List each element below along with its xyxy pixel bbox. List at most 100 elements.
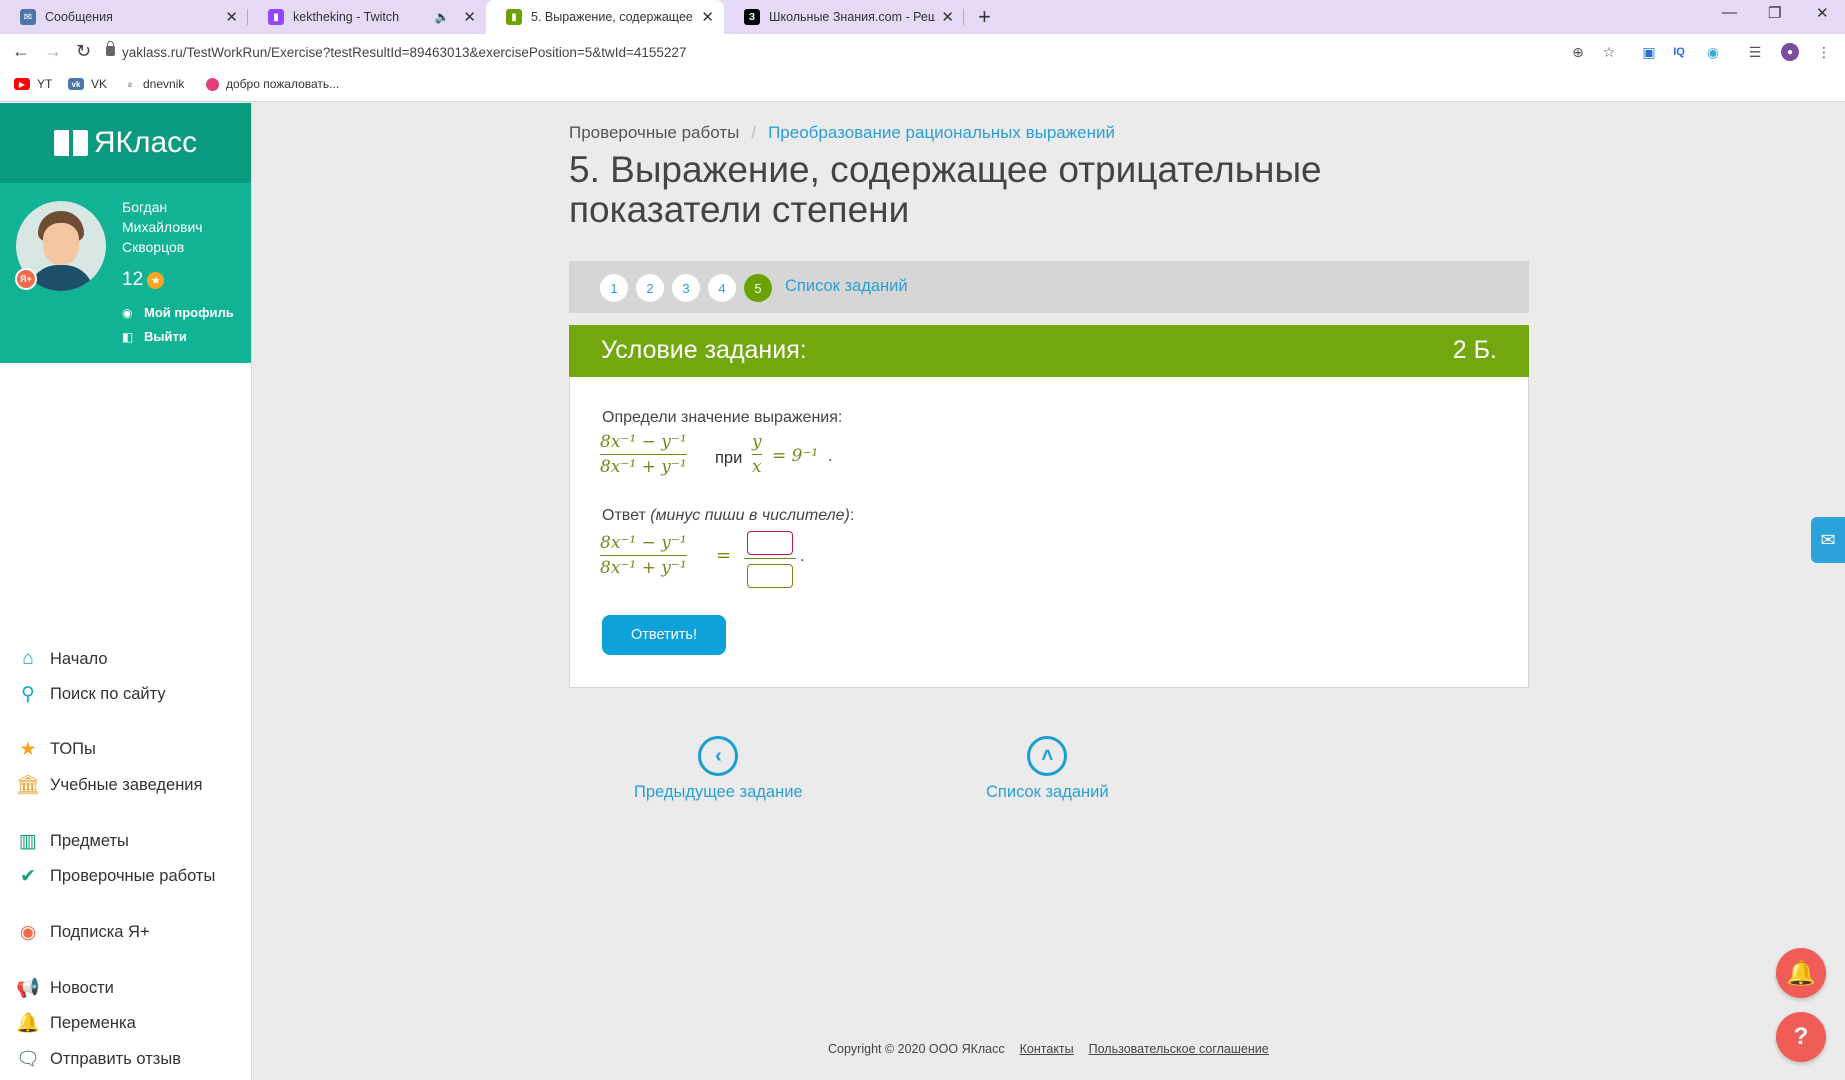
- star-badge-icon: ★: [147, 271, 165, 289]
- answer-numerator-input[interactable]: [747, 531, 793, 555]
- sidebar-item-tops[interactable]: ★ ТОПы: [16, 738, 95, 760]
- bookmark-vk[interactable]: vk VK: [68, 77, 107, 91]
- restore-icon[interactable]: ❐: [1768, 4, 1781, 22]
- sidebar-item-label: Учебные заведения: [50, 775, 203, 794]
- bookmark-site[interactable]: добро пожаловать...: [206, 77, 339, 91]
- feedback-icon: 🗨: [15, 1049, 41, 1070]
- tab-yaklass[interactable]: ▮ 5. Выражение, содержащее отр ✕: [486, 0, 724, 34]
- condition-denominator: x: [752, 457, 762, 477]
- expression-numerator: 8x⁻¹ − y⁻¹: [600, 432, 687, 452]
- menu-icon[interactable]: ⋮: [1815, 43, 1833, 61]
- bookmark-label: YT: [37, 77, 53, 91]
- close-icon[interactable]: ✕: [225, 8, 238, 26]
- answer-expression-denominator: 8x⁻¹ + y⁻¹: [600, 558, 687, 578]
- iq-extension-icon[interactable]: IQ: [1670, 43, 1688, 61]
- yaklass-icon: ▮: [506, 9, 522, 25]
- close-icon[interactable]: ✕: [463, 8, 476, 26]
- my-profile-link[interactable]: ◉ Мой профиль: [122, 305, 234, 320]
- tab-messages[interactable]: ✉ Сообщения ✕: [0, 0, 248, 34]
- browser-tab-bar: ✉ Сообщения ✕ ▮ kektheking - Twitch 🔈 ✕ …: [0, 0, 1845, 34]
- tab-znanija[interactable]: З Школьные Знания.com - Реша ✕: [724, 0, 964, 34]
- twitch-icon: ▮: [268, 9, 284, 25]
- bookmark-label: добро пожаловать...: [226, 77, 340, 91]
- sidebar-item-label: Отправить отзыв: [50, 1049, 181, 1068]
- sidebar: ЯКласс Я+ Богдан Михайлович Скворцов 12 …: [0, 103, 252, 1080]
- tab-twitch[interactable]: ▮ kektheking - Twitch 🔈 ✕: [248, 0, 486, 34]
- expression-fraction: 8x⁻¹ − y⁻¹ 8x⁻¹ + y⁻¹: [600, 431, 687, 478]
- bookmarks-bar: ▶ YT vk VK ƨ dnevnik добро пожаловать...: [0, 70, 1845, 102]
- previous-task-link[interactable]: ‹ Предыдущее задание: [634, 736, 803, 802]
- bottom-task-list-link[interactable]: ˄ Список заданий: [986, 736, 1109, 802]
- footer: Copyright © 2020 ООО ЯКласс Контакты Пол…: [828, 1042, 1269, 1056]
- translate-icon[interactable]: ▣: [1640, 43, 1658, 61]
- sidebar-item-subjects[interactable]: ▥ Предметы: [16, 830, 129, 852]
- check-circle-icon: ✔: [20, 865, 36, 887]
- breadcrumb-current[interactable]: Преобразование рациональных выражений: [768, 123, 1115, 143]
- logout-icon: ◧: [122, 329, 134, 344]
- user-last-name: Скворцов: [122, 239, 185, 255]
- page-button-2[interactable]: 2: [636, 274, 664, 302]
- page-button-5[interactable]: 5: [744, 274, 772, 302]
- mail-icon[interactable]: ✉: [1811, 517, 1845, 563]
- minimize-icon[interactable]: —: [1722, 4, 1737, 21]
- add-icon[interactable]: ⊕: [1569, 43, 1587, 61]
- sidebar-item-subscription[interactable]: ◉ Подписка Я+: [16, 921, 150, 943]
- reload-icon[interactable]: ↻: [76, 41, 91, 62]
- bookmark-dnevnik[interactable]: ƨ dnevnik: [124, 77, 185, 91]
- page-button-4[interactable]: 4: [708, 274, 736, 302]
- logout-link[interactable]: ◧ Выйти: [122, 329, 187, 344]
- back-icon[interactable]: ←: [12, 41, 30, 62]
- sidebar-item-tests[interactable]: ✔ Проверочные работы: [16, 865, 215, 887]
- book-icon: ▥: [19, 830, 37, 852]
- tab-title: 5. Выражение, содержащее отр: [531, 10, 695, 24]
- previous-task-label: Предыдущее задание: [634, 783, 803, 801]
- bookmark-star-icon[interactable]: ☆: [1600, 43, 1618, 61]
- answer-expression-numerator: 8x⁻¹ − y⁻¹: [600, 533, 687, 553]
- task-list-link[interactable]: Список заданий: [785, 277, 908, 296]
- sidebar-item-feedback[interactable]: 🗨 Отправить отзыв: [16, 1048, 181, 1070]
- answer-hint: (минус пиши в числителе): [650, 507, 850, 524]
- tab-title: kektheking - Twitch: [293, 10, 400, 24]
- profile-avatar-icon[interactable]: ●: [1781, 43, 1799, 61]
- condition-numerator: y: [752, 432, 762, 452]
- institution-icon: 🏛: [15, 775, 41, 796]
- answer-label-text: Ответ: [602, 507, 646, 524]
- sidebar-item-news[interactable]: 📢 Новости: [16, 977, 114, 999]
- user-middle-name: Михайлович: [122, 219, 203, 235]
- answer-denominator-input[interactable]: [747, 564, 793, 588]
- bookmark-yt[interactable]: ▶ YT: [14, 77, 52, 91]
- new-tab-icon[interactable]: +: [978, 4, 991, 30]
- media-icon[interactable]: ☰: [1746, 43, 1764, 61]
- sidebar-item-break[interactable]: 🔔 Переменка: [16, 1012, 136, 1034]
- task-body: Определи значение выражения: 8x⁻¹ − y⁻¹ …: [569, 377, 1529, 688]
- yaklass-logo[interactable]: ЯКласс: [0, 103, 251, 183]
- youtube-icon: ▶: [14, 78, 30, 90]
- extension-icon[interactable]: ◉: [1704, 43, 1722, 61]
- sidebar-item-institutions[interactable]: 🏛 Учебные заведения: [15, 774, 203, 796]
- search-icon: ⚲: [21, 683, 35, 705]
- breadcrumb-root[interactable]: Проверочные работы: [569, 123, 739, 143]
- submit-answer-button[interactable]: Ответить!: [602, 615, 726, 655]
- megaphone-icon: 📢: [16, 978, 40, 999]
- close-icon[interactable]: ✕: [701, 8, 714, 26]
- page-button-1[interactable]: 1: [600, 274, 628, 302]
- speaker-icon[interactable]: 🔈: [434, 10, 449, 24]
- sidebar-item-search[interactable]: ⚲ Поиск по сайту: [16, 683, 166, 705]
- site-icon: [206, 77, 219, 91]
- window-close-icon[interactable]: ✕: [1816, 4, 1829, 22]
- bookmark-label: dnevnik: [143, 77, 185, 91]
- answer-expression-fraction: 8x⁻¹ − y⁻¹ 8x⁻¹ + y⁻¹: [600, 532, 687, 579]
- help-icon[interactable]: ?: [1776, 1012, 1826, 1062]
- forward-icon[interactable]: →: [44, 41, 62, 62]
- agreement-link[interactable]: Пользовательское соглашение: [1089, 1042, 1269, 1056]
- contacts-link[interactable]: Контакты: [1020, 1042, 1074, 1056]
- sidebar-item-home[interactable]: ⌂ Начало: [16, 648, 107, 670]
- close-icon[interactable]: ✕: [941, 8, 954, 26]
- user-first-name: Богдан: [122, 199, 168, 215]
- notification-bell-icon[interactable]: 🔔: [1776, 948, 1826, 998]
- sidebar-item-label: Подписка Я+: [50, 922, 150, 941]
- url-field[interactable]: yaklass.ru/TestWorkRun/Exercise?testResu…: [102, 38, 1634, 66]
- page-button-3[interactable]: 3: [672, 274, 700, 302]
- chevron-up-icon: ˄: [1027, 736, 1068, 776]
- my-profile-label: Мой профиль: [144, 305, 234, 320]
